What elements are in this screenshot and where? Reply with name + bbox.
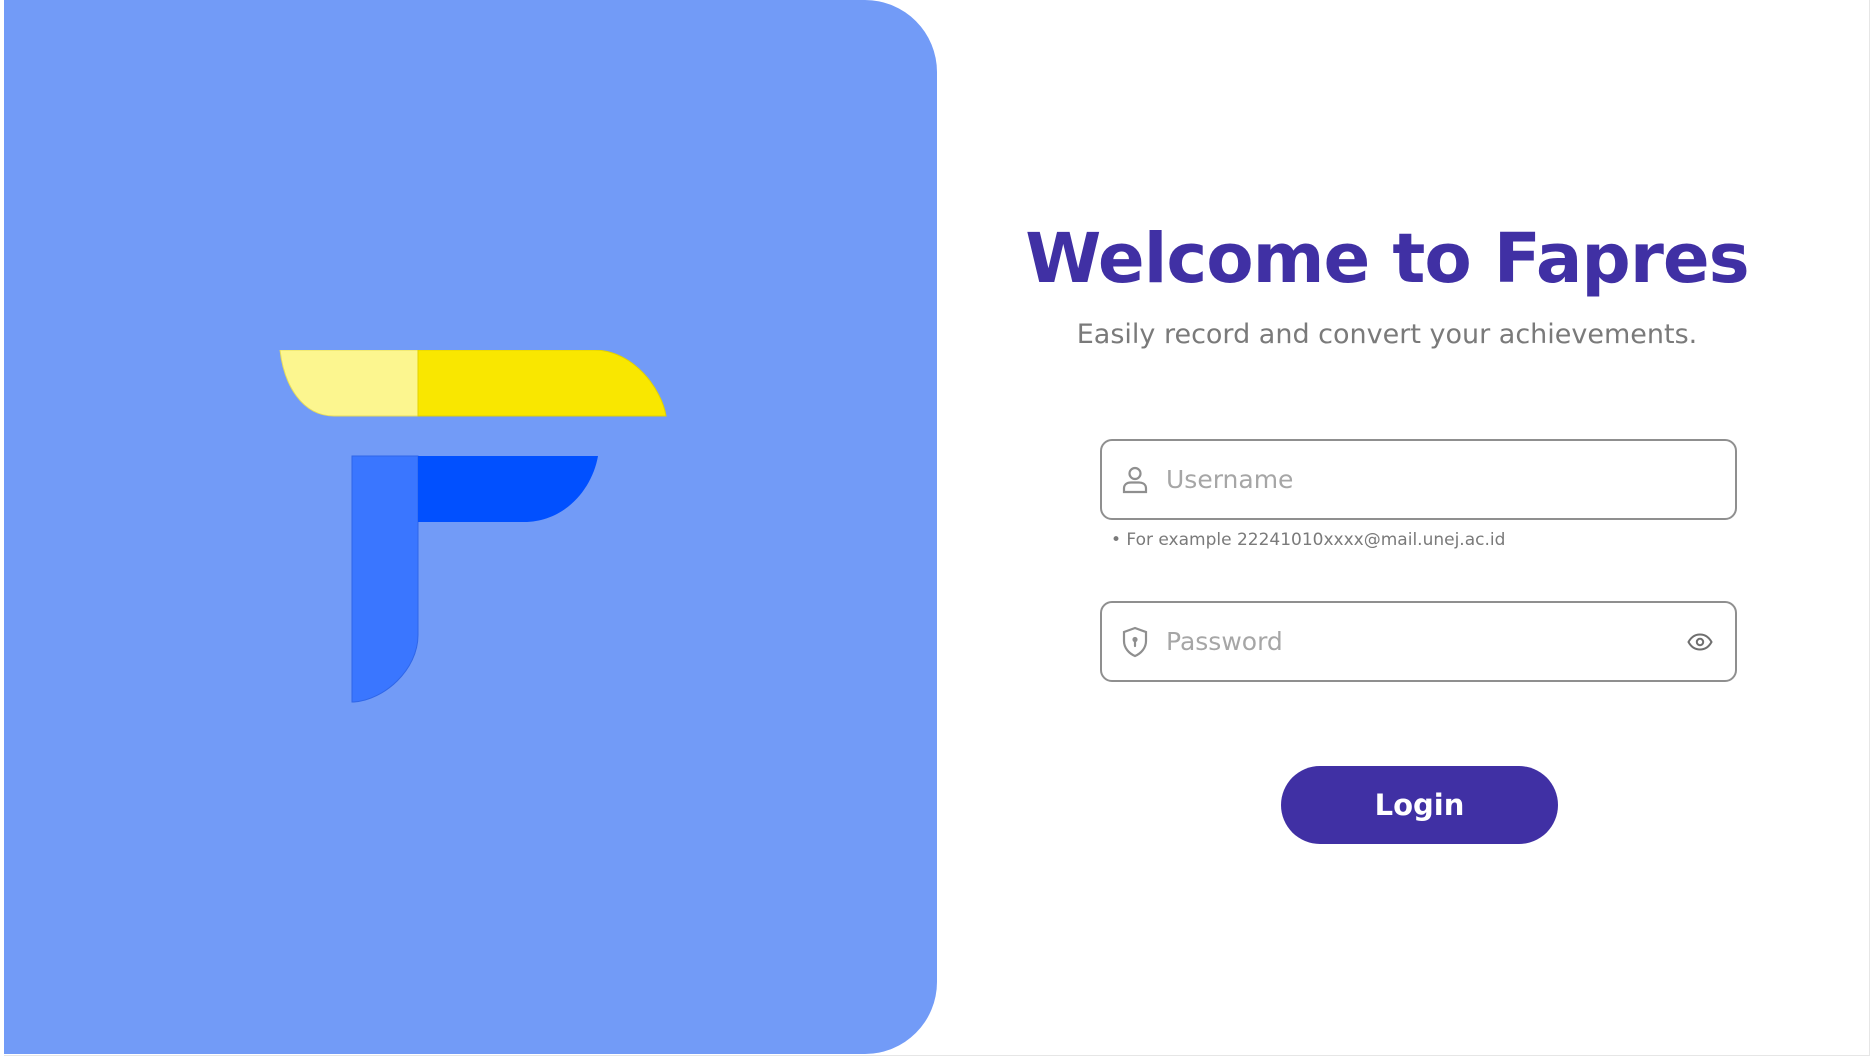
- page-title: Welcome to Fapres: [1025, 219, 1749, 299]
- fapres-logo-icon: [279, 350, 667, 703]
- page-subtitle: Easily record and convert your achieveme…: [1076, 319, 1698, 350]
- username-hint: • For example 22241010xxxx@mail.unej.ac.…: [1111, 530, 1506, 550]
- shield-lock-icon: [1118, 625, 1152, 659]
- user-icon: [1118, 463, 1152, 497]
- password-input[interactable]: [1166, 603, 1666, 680]
- eye-icon[interactable]: [1683, 625, 1717, 659]
- login-form-panel: Welcome to Fapres Easily record and conv…: [937, 0, 1870, 1054]
- brand-panel: [4, 0, 937, 1054]
- login-button[interactable]: Login: [1281, 766, 1558, 844]
- username-field[interactable]: [1100, 439, 1737, 520]
- username-input[interactable]: [1166, 441, 1666, 518]
- login-screen: Welcome to Fapres Easily record and conv…: [4, 0, 1870, 1056]
- password-field[interactable]: [1100, 601, 1737, 682]
